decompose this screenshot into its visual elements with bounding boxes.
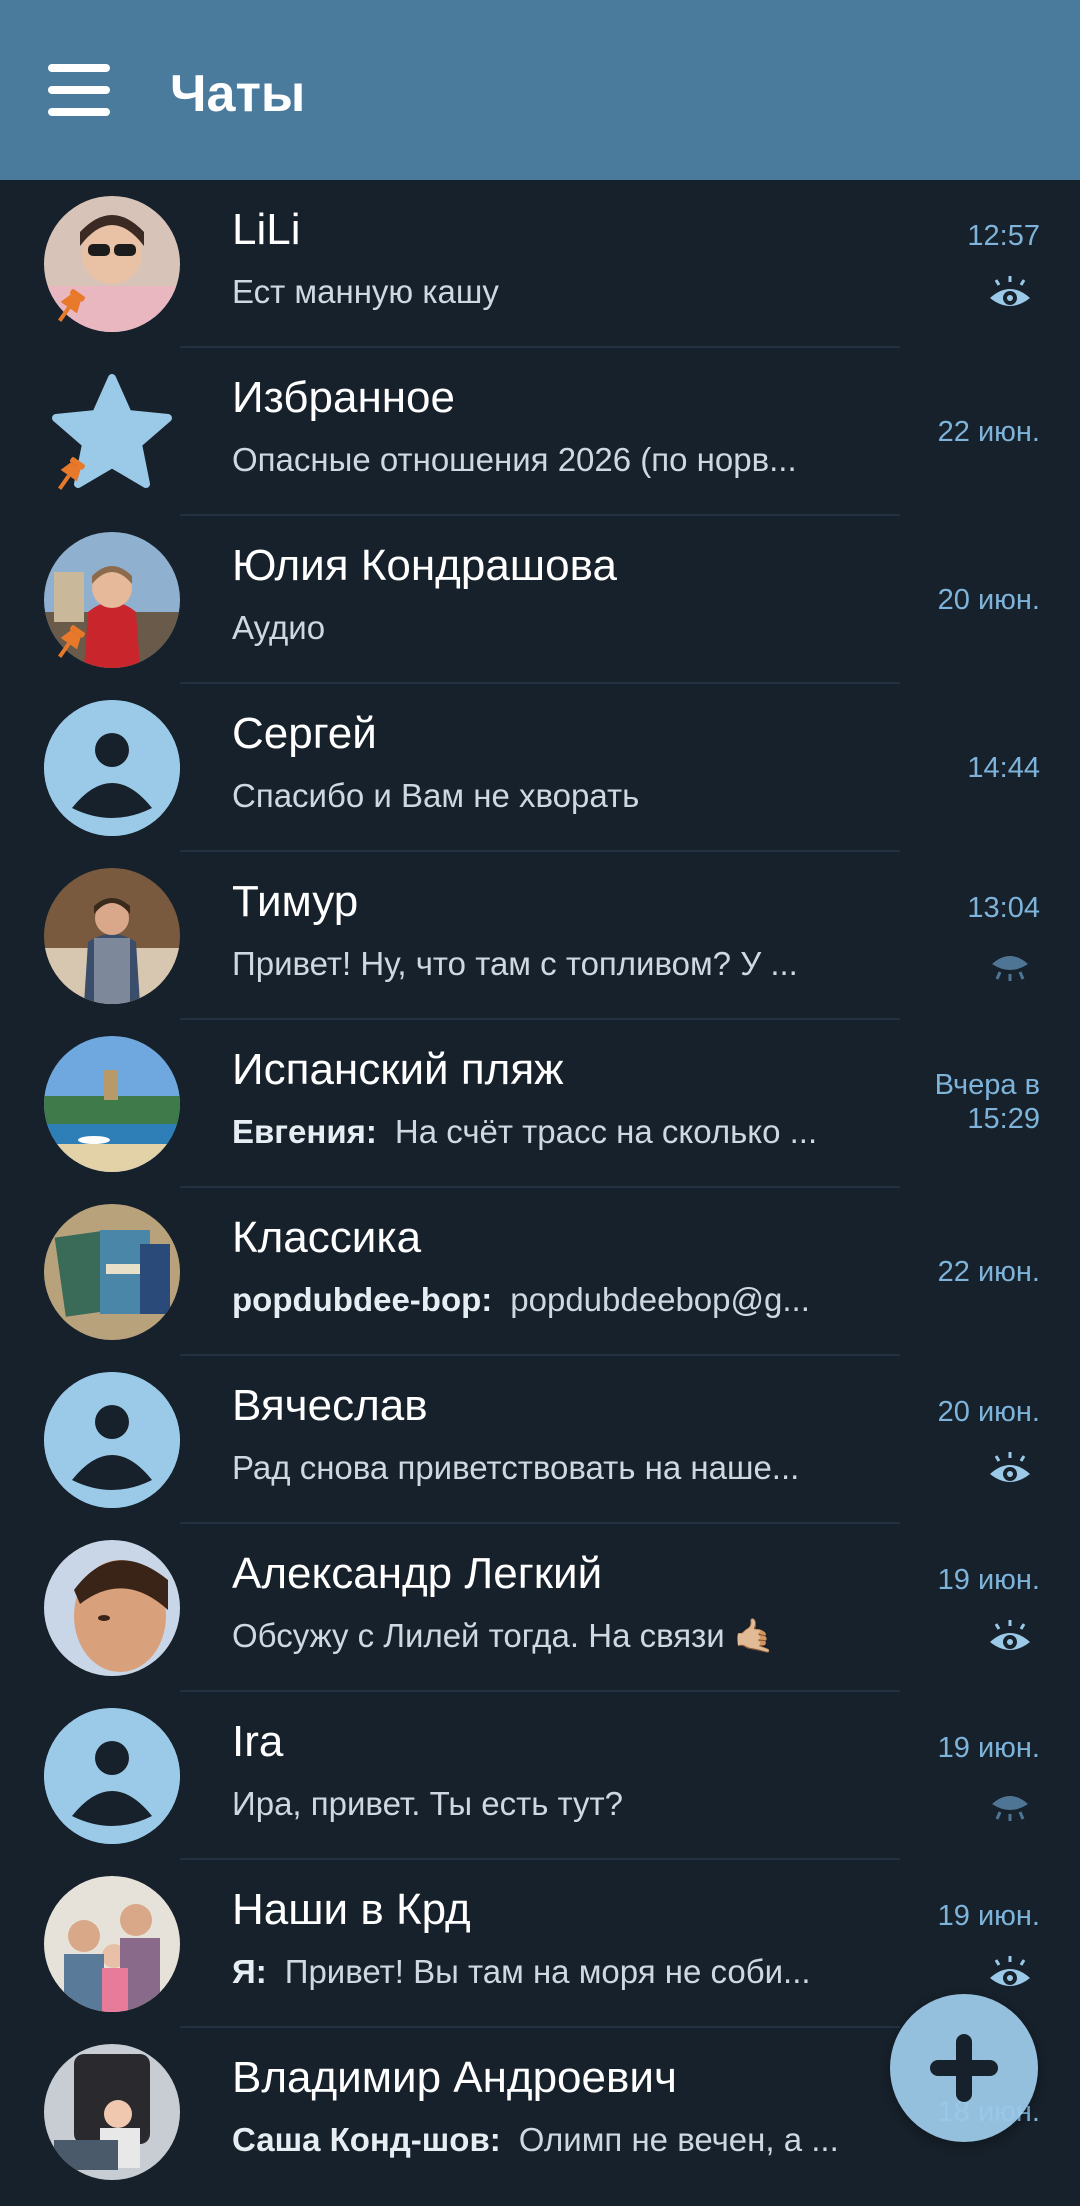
chat-row-classics[interactable]: Классика popdubdee-bop: popdubdeebop@g...… [0, 1188, 1080, 1356]
chat-row-ira[interactable]: Ira Ира, привет. Ты есть тут? 19 июн. [0, 1692, 1080, 1860]
chat-name: Наши в Крд [232, 1885, 471, 1934]
pin-icon [58, 625, 85, 658]
chat-time: 12:57 [967, 220, 1040, 252]
message-sender: Саша Конд-шов: [232, 2121, 501, 2158]
new-chat-button[interactable] [890, 1994, 1038, 2142]
page-title: Чаты [170, 65, 306, 123]
chat-time: 13:04 [967, 892, 1040, 924]
default-user-icon [44, 1708, 180, 1844]
chat-row-sergey[interactable]: Сергей Спасибо и Вам не хворать 14:44 [0, 684, 1080, 852]
chat-time: Вчера в 15:29 [934, 1069, 1040, 1135]
chat-name: Классика [232, 1213, 422, 1262]
eye-open-icon [990, 276, 1030, 306]
avatar [44, 2044, 180, 2180]
message-preview: Привет! Ну, что там с топливом? У ... [232, 945, 798, 982]
chat-time: 22 июн. [937, 1256, 1040, 1288]
chat-name: LiLi [232, 205, 301, 254]
eye-open-icon [990, 1452, 1030, 1482]
default-user-icon [44, 700, 180, 836]
chat-time: 14:44 [967, 752, 1040, 784]
eye-closed-icon [992, 956, 1028, 981]
chat-row-timur[interactable]: Тимур Привет! Ну, что там с топливом? У … [0, 852, 1080, 1020]
avatar [44, 1204, 180, 1340]
hamburger-menu-icon[interactable] [36, 54, 122, 126]
chat-row-yulia[interactable]: Юлия Кондрашова Аудио 20 июн. [0, 516, 1080, 684]
chat-name: Тимур [232, 877, 359, 926]
message-preview: Ира, привет. Ты есть тут? [232, 1785, 624, 1822]
chat-row-alexander[interactable]: Александр Легкий Обсужу с Лилей тогда. Н… [0, 1524, 1080, 1692]
chat-time: 20 июн. [937, 1396, 1040, 1428]
pin-icon [58, 289, 85, 322]
chat-row-vyacheslav[interactable]: Вячеслав Рад снова приветствовать на наш… [0, 1356, 1080, 1524]
avatar [44, 1876, 180, 2012]
chat-name: Юлия Кондрашова [232, 541, 617, 590]
avatar [44, 868, 180, 1004]
chat-row-spanish-beach[interactable]: Испанский пляж Евгения: На счёт трасс на … [0, 1020, 1080, 1188]
message-preview: popdubdee-bop: popdubdeebop@g... [232, 1281, 810, 1318]
eye-open-icon [990, 1620, 1030, 1650]
chat-list[interactable]: LiLi Ест манную кашу 12:57 Избранное Опа… [0, 180, 1080, 2206]
chat-row-lili[interactable]: LiLi Ест манную кашу 12:57 [0, 180, 1080, 348]
chat-name: Сергей [232, 709, 377, 758]
chat-name: Владимир Андроевич [232, 2053, 677, 2102]
avatar [44, 1540, 180, 1676]
chat-time: 22 июн. [937, 416, 1040, 448]
chat-name: Ira [232, 1717, 284, 1766]
message-preview: Саша Конд-шов: Олимп не вечен, а ... [232, 2121, 839, 2158]
message-preview: Аудио [232, 609, 326, 646]
message-preview: Рад снова приветствовать на наше... [232, 1449, 800, 1486]
eye-open-icon [990, 1956, 1030, 1986]
chat-row-nashi-v-krd[interactable]: Наши в Крд Я: Привет! Вы там на моря не с… [0, 1860, 1080, 2028]
message-preview: Спасибо и Вам не хворать [232, 777, 640, 814]
app-header: Чаты [0, 0, 1080, 180]
avatar [44, 1036, 180, 1172]
default-user-icon [44, 1372, 180, 1508]
chat-name: Избранное [232, 373, 455, 422]
message-sender: popdubdee-bop: [232, 1281, 493, 1318]
message-preview: Ест манную кашу [232, 273, 499, 310]
chat-row-favorites[interactable]: Избранное Опасные отношения 2026 (по нор… [0, 348, 1080, 516]
chat-name: Александр Легкий [232, 1549, 603, 1598]
chat-time: 19 июн. [937, 1732, 1040, 1764]
message-preview: Обсужу с Лилей тогда. На связи 🤙🏼 [232, 1617, 775, 1654]
message-sender: Я: [232, 1953, 267, 1990]
chat-time: 19 июн. [937, 1900, 1040, 1932]
message-sender: Евгения: [232, 1113, 377, 1150]
chat-time: 20 июн. [937, 584, 1040, 616]
chat-name: Вячеслав [232, 1381, 428, 1430]
eye-closed-icon [992, 1796, 1028, 1821]
message-preview: Евгения: На счёт трасс на сколько ... [232, 1113, 818, 1150]
chat-name: Испанский пляж [232, 1045, 564, 1094]
message-preview: Опасные отношения 2026 (по норв... [232, 441, 797, 478]
pin-icon [58, 457, 85, 490]
chat-time: 19 июн. [937, 1564, 1040, 1596]
message-preview: Я: Привет! Вы там на моря не соби... [232, 1953, 811, 1990]
